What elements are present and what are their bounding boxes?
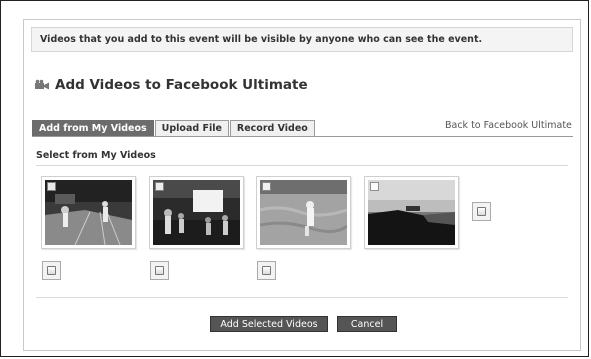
source-tabs: Add from My Videos Upload File Record Vi…	[32, 120, 315, 137]
add-videos-dialog: Videos that you add to this event will b…	[23, 19, 581, 351]
video-thumbnail-2[interactable]	[149, 176, 244, 249]
checkbox-box	[477, 207, 486, 216]
thumbnail-checkbox-overlay	[262, 182, 271, 191]
checkbox-box	[155, 266, 164, 275]
video-3-checkbox[interactable]	[257, 261, 276, 280]
video-3-preview	[260, 180, 347, 245]
dialog-title: Add Videos to Facebook Ultimate	[55, 77, 308, 93]
thumbnail-checkbox-overlay	[47, 182, 56, 191]
tab-record-video[interactable]: Record Video	[229, 120, 315, 137]
tab-upload-file[interactable]: Upload File	[154, 120, 229, 137]
video-4-preview	[368, 180, 455, 245]
video-thumbnail-3[interactable]	[256, 176, 351, 249]
video-thumbnail-1[interactable]	[41, 176, 136, 249]
footer-divider	[36, 297, 568, 298]
tab-add-from-my-videos[interactable]: Add from My Videos	[32, 120, 154, 137]
video-1-preview	[45, 180, 132, 245]
checkbox-box	[262, 266, 271, 275]
tab-divider	[32, 136, 573, 137]
section-divider	[36, 165, 568, 166]
video-2-checkbox[interactable]	[150, 261, 169, 280]
cancel-button[interactable]: Cancel	[337, 316, 397, 332]
section-label: Select from My Videos	[36, 150, 156, 161]
video-1-checkbox[interactable]	[42, 261, 61, 280]
video-2-preview	[153, 180, 240, 245]
page-frame: Videos that you add to this event will b…	[0, 0, 589, 357]
back-link[interactable]: Back to Facebook Ultimate	[445, 120, 572, 131]
video-thumbnail-4[interactable]	[364, 176, 459, 249]
checkbox-box	[47, 266, 56, 275]
add-selected-videos-button[interactable]: Add Selected Videos	[210, 316, 328, 332]
video-camera-icon	[35, 79, 49, 90]
dialog-header: Add Videos to Facebook Ultimate	[34, 75, 308, 95]
video-4-checkbox[interactable]	[472, 202, 491, 221]
thumbnail-checkbox-overlay	[370, 182, 379, 191]
thumbnail-checkbox-overlay	[155, 182, 164, 191]
visibility-notice: Videos that you add to this event will b…	[31, 27, 573, 52]
